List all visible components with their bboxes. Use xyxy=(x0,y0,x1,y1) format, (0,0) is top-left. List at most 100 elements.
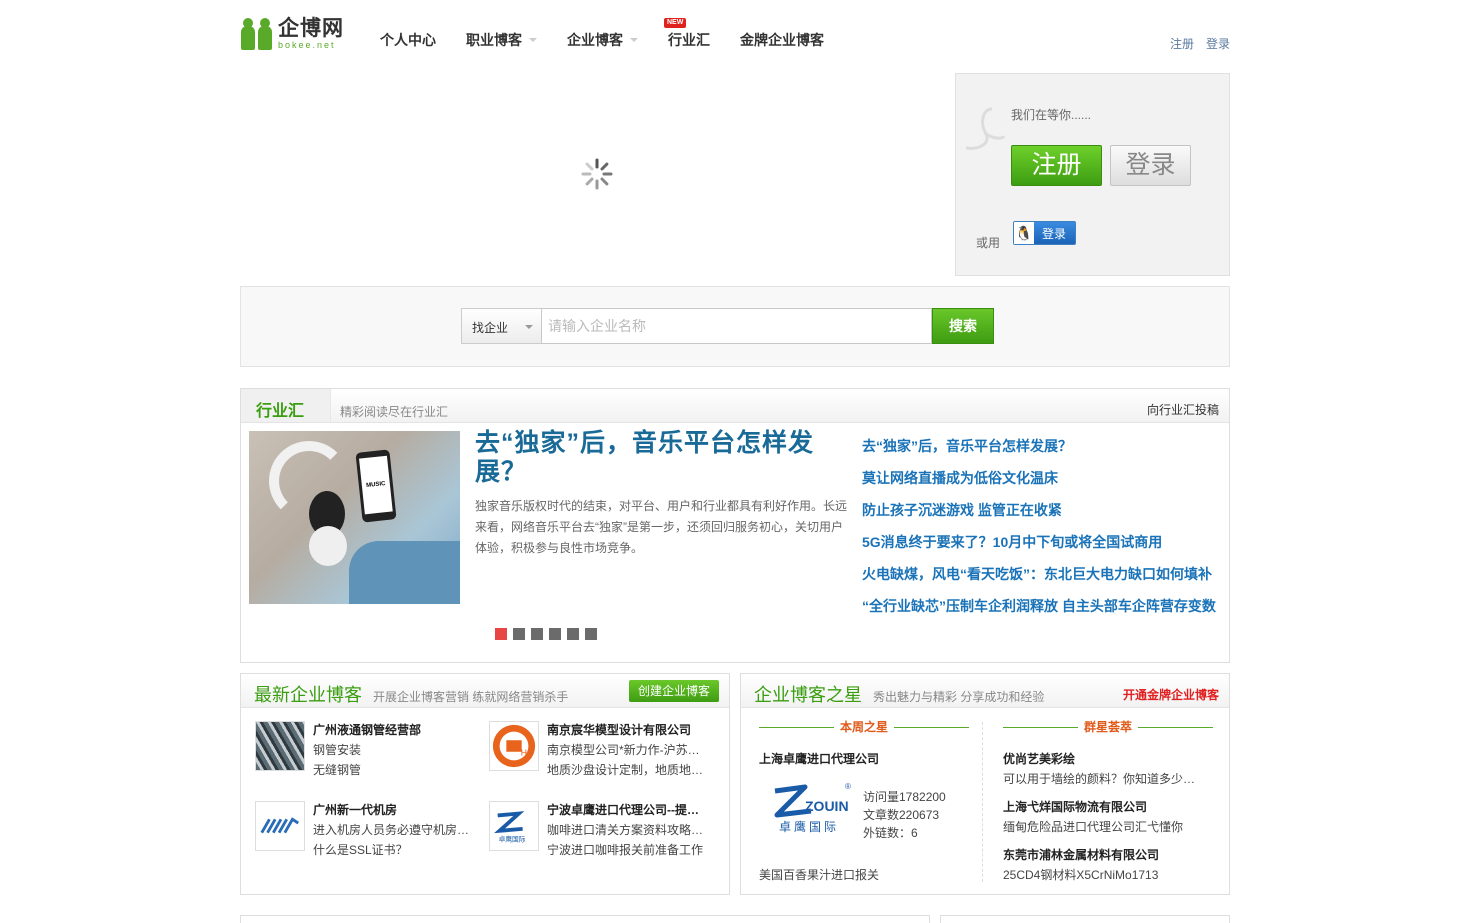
weekly-star-heading: 本周之星 xyxy=(759,718,969,738)
logo-en-text: ZOUIN xyxy=(805,798,849,814)
nav-enterprise-blog[interactable]: 企业博客 xyxy=(567,30,638,50)
latest-blogs-title[interactable]: 最新企业博客 xyxy=(254,681,362,707)
news-item[interactable]: 火电缺煤，风电“看天吃饭”：东北巨大电力缺口如何填补 xyxy=(862,563,1222,595)
group-star-post[interactable]: 可以用于墙绘的颜料？你知道多少… xyxy=(1003,770,1213,787)
main-nav: 个人中心 职业博客 企业博客 NEW 行业汇 金牌企业博客 xyxy=(380,18,854,50)
company-card[interactable]: 广州新一代机房 进入机房人员务必遵守机房… 什么是SSL证书？ xyxy=(255,801,480,861)
carousel-dots xyxy=(495,628,597,640)
feature-title[interactable]: 去“独家”后，音乐平台怎样发展？ xyxy=(475,429,845,487)
company-name[interactable]: 广州液通钢管经营部 xyxy=(313,721,473,738)
news-item[interactable]: 莫让网络直播成为低俗文化温床 xyxy=(862,467,1222,499)
star-blogs-panel: 企业博客之星 秀出魅力与精彩 分享成功和经验 开通金牌企业博客 本周之星 群星荟… xyxy=(740,673,1230,895)
star-blogs-subtitle: 秀出魅力与精彩 分享成功和经验 xyxy=(873,690,1045,704)
company-post[interactable]: 咖啡进口清关方案资料攻略… xyxy=(547,821,707,838)
company-card[interactable]: H 南京宸华模型设计有限公司 南京模型公司*新力作-沪苏… 地质沙盘设计定制，地… xyxy=(489,721,714,781)
latest-blogs-panel: 最新企业博客 开展企业博客营销 练就网络营销杀手 创建企业博客 广州液通钢管经营… xyxy=(240,673,730,895)
logo-cn-text: 卓鹰国际 xyxy=(779,819,839,834)
carousel-dot-4[interactable] xyxy=(549,628,561,640)
group-star-post[interactable]: 缅甸危险品进口代理公司汇弋懂你 xyxy=(1003,818,1213,835)
group-star-name[interactable]: 东莞市浦林金属材料有限公司 xyxy=(1003,846,1159,863)
weekly-star-name[interactable]: 上海卓鹰进口代理公司 xyxy=(759,750,879,767)
login-panel: 我们在等你...... 注册 登录 或用 🐧 登录 xyxy=(955,73,1230,276)
site-header: 企博网 bokee.net 个人中心 职业博客 企业博客 NEW 行业汇 金牌企… xyxy=(240,0,1230,70)
zouin-logo[interactable]: ZOUIN ® 卓鹰国际 xyxy=(765,779,855,839)
carousel-dot-5[interactable] xyxy=(567,628,579,640)
nav-label: 职业博客 xyxy=(466,32,522,48)
news-list: 去“独家”后，音乐平台怎样发展？ 莫让网络直播成为低俗文化温床 防止孩子沉迷游戏… xyxy=(862,435,1222,627)
zouin-logo-thumbnail[interactable]: 卓鹰国际 xyxy=(489,801,539,851)
logo-people-icon xyxy=(240,18,274,50)
feature-image[interactable]: MUSIC xyxy=(249,431,460,604)
search-input[interactable]: 请输入企业名称 xyxy=(541,308,932,344)
industry-header: 行业汇 精彩阅读尽在行业汇 向行业汇投稿 xyxy=(241,389,1229,423)
company-post[interactable]: 南京模型公司*新力作-沪苏… xyxy=(547,741,707,758)
news-item[interactable]: 防止孩子沉迷游戏 监管正在收紧 xyxy=(862,499,1222,531)
carousel-dot-2[interactable] xyxy=(513,628,525,640)
industry-section: 行业汇 精彩阅读尽在行业汇 向行业汇投稿 MUSIC 去“独家”后，音乐平台怎样… xyxy=(240,388,1230,663)
nav-career-blog[interactable]: 职业博客 xyxy=(466,30,537,50)
group-star-name[interactable]: 上海弋烊国际物流有限公司 xyxy=(1003,798,1147,815)
svg-text:H: H xyxy=(521,748,527,758)
group-star-post[interactable]: 25CD4钢材料X5CrNiMo1713 xyxy=(1003,866,1213,883)
svg-text:卓鹰国际: 卓鹰国际 xyxy=(499,834,526,843)
company-name[interactable]: 广州新一代机房 xyxy=(313,801,473,818)
weekly-star-post[interactable]: 美国百香果汁进口报关 xyxy=(759,866,879,883)
chevron-down-icon xyxy=(525,325,533,329)
register-button[interactable]: 注册 xyxy=(1011,145,1102,186)
login-button[interactable]: 登录 xyxy=(1110,145,1191,186)
qq-login-button[interactable]: 🐧 登录 xyxy=(1013,221,1076,245)
steel-pipes-thumbnail[interactable] xyxy=(255,721,305,771)
create-blog-button[interactable]: 创建企业博客 xyxy=(629,680,719,702)
search-bar: 找企业 请输入企业名称 搜索 xyxy=(240,286,1230,367)
open-gold-blog-link[interactable]: 开通金牌企业博客 xyxy=(1123,686,1219,703)
company-post[interactable]: 宁波进口咖啡报关前准备工作 xyxy=(547,841,707,858)
nav-label: 企业博客 xyxy=(567,32,623,48)
section-subtitle: 精彩阅读尽在行业汇 xyxy=(340,405,449,419)
company-post[interactable]: 进入机房人员务必遵守机房… xyxy=(313,821,473,838)
weekly-star-label: 本周之星 xyxy=(759,718,969,738)
star-blogs-title[interactable]: 企业博客之星 xyxy=(754,681,862,707)
music-label: MUSIC xyxy=(359,455,393,515)
datacenter-logo-thumbnail[interactable] xyxy=(255,801,305,851)
carousel-dot-6[interactable] xyxy=(585,628,597,640)
group-stars-heading: 群星荟萃 xyxy=(1003,718,1213,738)
group-star-name[interactable]: 优尚艺美彩绘 xyxy=(1003,750,1075,767)
company-card[interactable]: 广州液通钢管经营部 钢管安装 无缝钢管 xyxy=(255,721,480,781)
nav-industry[interactable]: NEW 行业汇 xyxy=(664,18,710,50)
header-login-link[interactable]: 登录 xyxy=(1206,35,1230,52)
column-divider xyxy=(982,722,983,882)
carousel-dot-3[interactable] xyxy=(531,628,543,640)
blog-row: 最新企业博客 开展企业博客营销 练就网络营销杀手 创建企业博客 广州液通钢管经营… xyxy=(240,673,1230,895)
svg-text:®: ® xyxy=(845,782,851,791)
news-item[interactable]: 5G消息终于要来了？10月中下旬或将全国试商用 xyxy=(862,531,1222,563)
company-post[interactable]: 无缝钢管 xyxy=(313,761,473,778)
site-logo[interactable]: 企博网 bokee.net xyxy=(240,18,348,52)
header-register-link[interactable]: 注册 xyxy=(1170,35,1194,52)
top-area: 我们在等你...... 注册 登录 或用 🐧 登录 xyxy=(240,73,1230,279)
search-type-value: 找企业 xyxy=(472,321,509,335)
company-card[interactable]: 卓鹰国际 宁波卓鹰进口代理公司--提… 咖啡进口清关方案资料攻略… 宁波进口咖啡… xyxy=(489,801,714,861)
nav-label: 个人中心 xyxy=(380,32,436,48)
submit-article-link[interactable]: 向行业汇投稿 xyxy=(1147,401,1219,418)
nav-gold-blog[interactable]: 金牌企业博客 xyxy=(740,30,824,50)
section-title[interactable]: 行业汇 xyxy=(256,397,304,421)
chevron-down-icon xyxy=(529,38,537,42)
company-name[interactable]: 南京宸华模型设计有限公司 xyxy=(547,721,707,738)
company-post[interactable]: 地质沙盘设计定制，地质地… xyxy=(547,761,707,778)
chenhua-logo-thumbnail[interactable]: H xyxy=(489,721,539,771)
logo-text-cn: 企博网 xyxy=(278,17,344,40)
or-text: 或用 xyxy=(976,236,1001,250)
company-name[interactable]: 宁波卓鹰进口代理公司--提… xyxy=(547,801,707,818)
company-post[interactable]: 钢管安装 xyxy=(313,741,473,758)
carousel-dot-1[interactable] xyxy=(495,628,507,640)
nav-personal-center[interactable]: 个人中心 xyxy=(380,30,436,50)
latest-blogs-subtitle: 开展企业博客营销 练就网络营销杀手 xyxy=(373,690,569,704)
search-button[interactable]: 搜索 xyxy=(932,308,994,344)
star-blogs-header: 企业博客之星 秀出魅力与精彩 分享成功和经验 开通金牌企业博客 xyxy=(741,674,1229,708)
header-auth-links: 注册 登录 xyxy=(1170,35,1230,52)
news-item[interactable]: 去“独家”后，音乐平台怎样发展？ xyxy=(862,435,1222,467)
news-item[interactable]: “全行业缺芯”压制车企利润释放 自主头部车企阵营存变数 xyxy=(862,595,1222,627)
company-post[interactable]: 什么是SSL证书？ xyxy=(313,841,473,858)
search-type-select[interactable]: 找企业 xyxy=(461,308,542,344)
link-count: 外链数：6 xyxy=(863,826,918,840)
